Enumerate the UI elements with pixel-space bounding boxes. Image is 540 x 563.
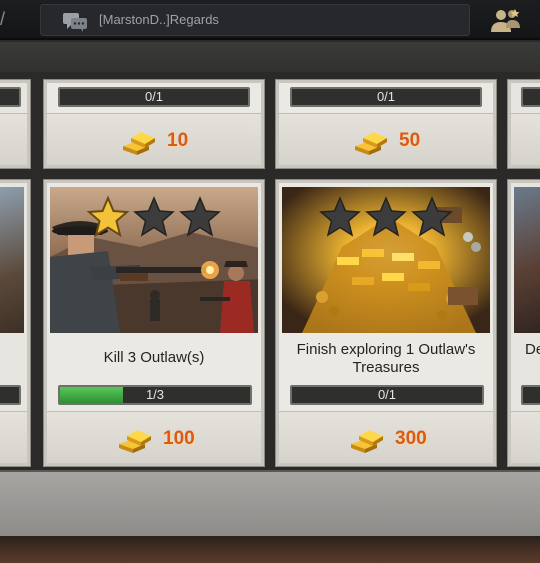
missions-screen: / [MarstonD..]Regards 0/1 10 0/1 50 Kill… [0,0,540,563]
star-empty-icon [179,196,221,237]
reward-value: 50 [399,130,421,151]
progress-text: 1/3 [145,387,165,402]
star-empty-icon [133,196,175,237]
reward-band [511,411,540,463]
star-earned-icon [86,195,130,238]
reward: 10 [121,124,188,158]
reward: 300 [349,422,427,456]
mission-card-kill-outlaws[interactable]: Kill 3 Outlaw(s) 1/3 100 [43,179,265,467]
mission-card-left-top-partial[interactable] [0,79,31,169]
progress-bar: 0/1 [58,87,250,107]
progress-bar: 0/1 [290,87,482,107]
progress-bar [0,87,21,107]
mission-card-left-partial[interactable] [0,179,31,467]
mission-title-fragment: De [525,341,540,358]
gold-bars-icon [123,132,155,155]
chat-bubble-icon [63,13,87,32]
mission-card[interactable]: 0/1 10 [43,79,265,169]
gold-bars-icon [119,430,151,453]
reward-band [511,113,540,165]
mission-card-right-top-partial[interactable] [507,79,540,169]
progress-text: 0/1 [376,89,396,104]
reward: 50 [353,124,420,158]
mission-title: Finish exploring 1 Outlaw's Treasures [296,341,476,376]
mission-card-right-partial[interactable]: De [507,179,540,467]
mission-card-explore-treasures[interactable]: Finish exploring 1 Outlaw's Treasures 0/… [275,179,497,467]
star-rating [282,195,490,239]
mission-title: Kill 3 Outlaw(s) [103,349,205,366]
reward-value: 10 [167,130,189,151]
star-empty-icon [319,196,361,237]
gold-bars-icon [355,132,387,155]
mission-image [0,187,24,333]
reward-band: 300 [279,411,493,463]
row-divider [0,42,540,72]
reward-band: 50 [279,113,493,165]
progress-text: 0/1 [377,387,397,402]
top-bar: / [MarstonD..]Regards [0,0,540,40]
progress-bar [521,87,540,107]
star-rating [50,195,258,239]
progress-bar [0,385,21,405]
chat-message: [MarstonD..]Regards [99,12,219,27]
reward-value: 300 [395,428,427,449]
mission-card[interactable]: 0/1 50 [275,79,497,169]
progress-bar: 0/1 [290,385,484,405]
mission-image [514,187,540,333]
reward-band [0,411,27,463]
gold-bars-icon [351,430,383,453]
progress-bar: 1/3 [58,385,252,405]
mission-image [50,187,258,333]
friends-icon[interactable] [488,6,524,34]
back-arrow-icon[interactable]: / [0,8,14,30]
reward: 100 [117,422,195,456]
bottom-panel [0,470,540,536]
reward-value: 100 [163,428,195,449]
reward-band [0,113,27,165]
star-empty-icon [365,196,407,237]
progress-text: 0/1 [144,89,164,104]
progress-bar [521,385,540,405]
background-ground [0,536,540,563]
chat-preview[interactable]: [MarstonD..]Regards [40,4,470,36]
mission-image [282,187,490,333]
reward-band: 100 [47,411,261,463]
reward-band: 10 [47,113,261,165]
star-empty-icon [411,196,453,237]
